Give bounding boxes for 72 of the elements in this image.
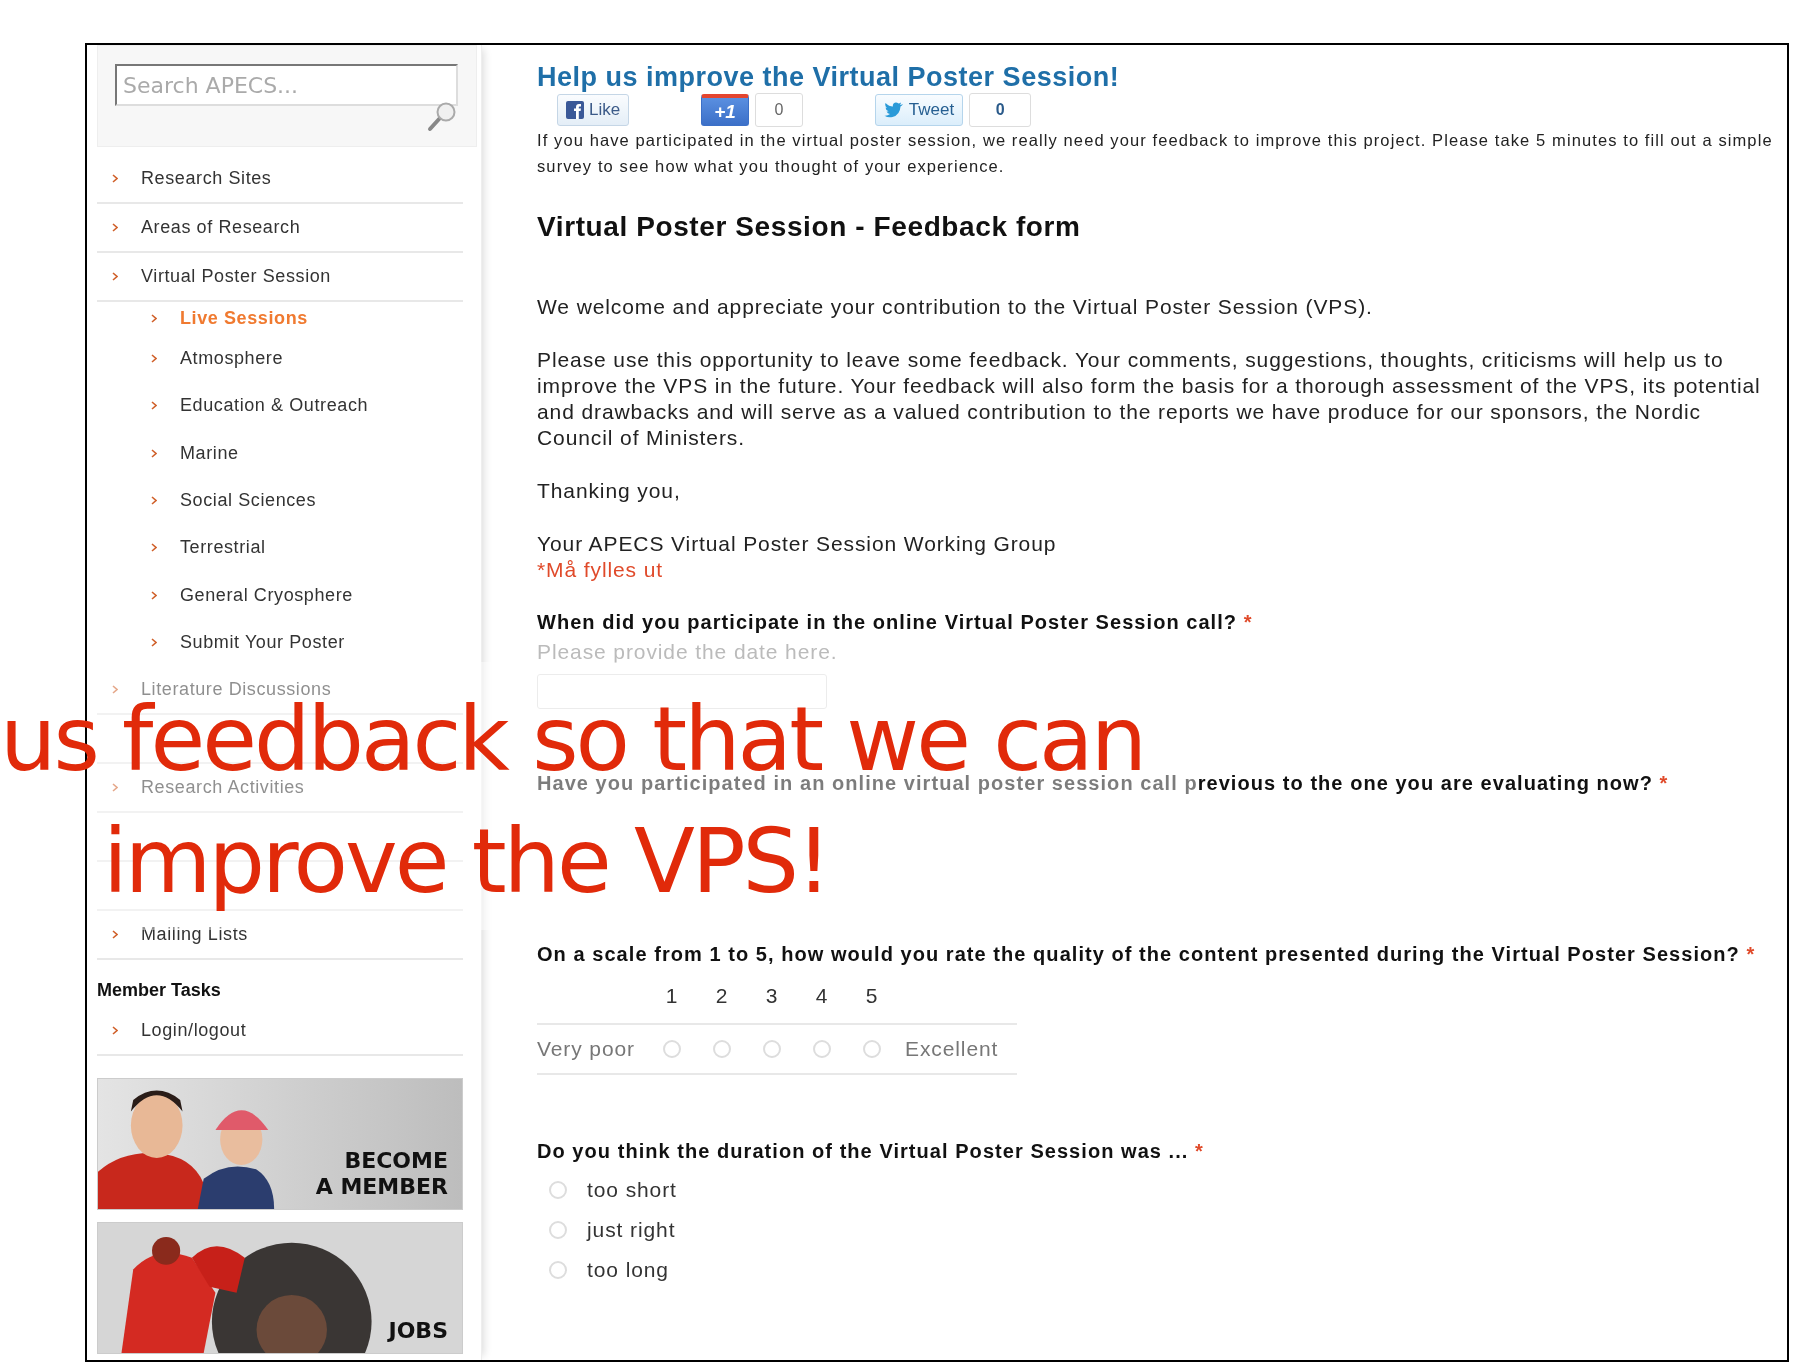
- question-label: Have you participated in an online virtual poster session call previous to the one you are evaluating now? *: [537, 771, 1670, 795]
- banner-caption: JOBS: [388, 1317, 448, 1344]
- chevron-icon: [112, 223, 118, 232]
- bird-icon: [883, 102, 904, 118]
- search-field[interactable]: Search APECS...: [115, 64, 458, 106]
- chevron-icon: [151, 637, 157, 647]
- nav-link[interactable]: Education & Outreach: [180, 395, 369, 417]
- scale-number: 4: [814, 984, 830, 1008]
- paragraph: Your APECS Virtual Poster Session Working Group: [537, 531, 1058, 557]
- paragraph: We welcome and appreciate your contribution to the Virtual Poster Session (VPS).: [537, 294, 1374, 320]
- chevron-icon: [112, 930, 118, 940]
- radio-button[interactable]: [763, 1040, 781, 1058]
- scale-number: 2: [714, 984, 730, 1008]
- share-count: 0: [969, 93, 1032, 127]
- chevron-icon: [151, 314, 157, 323]
- share-button[interactable]: +1: [701, 94, 749, 126]
- radio-button[interactable]: [549, 1221, 567, 1239]
- banner-caption: BECOME A MEMBER: [315, 1148, 448, 1200]
- banner[interactable]: JOBS: [97, 1222, 463, 1355]
- section-heading: Member Tasks: [97, 980, 222, 1002]
- chevron-icon: [112, 272, 118, 281]
- nav-link[interactable]: Virtual Poster Session: [141, 266, 331, 287]
- banner[interactable]: BECOME A MEMBER: [97, 1078, 463, 1211]
- chevron-icon: [112, 685, 118, 695]
- page-title: Help us improve the Virtual Poster Session!: [537, 61, 1121, 93]
- share-count: 0: [754, 93, 803, 127]
- chevron-icon: [151, 590, 157, 600]
- nav-link[interactable]: Atmosphere: [180, 348, 284, 370]
- paragraph: Please use this opportunity to leave some feedback. Your comments, suggestions, thoughts, criticisms will help us to improve the VPS in the future. Your feedback will also form the basis for a thorough assessment of the VPS, its potential and drawbacks and will serve as a valued contribution to the reports we have produce for our sponsors, the Nordic Council of Ministers.: [537, 347, 1762, 451]
- required-note: *Må fylles ut: [537, 557, 665, 583]
- share-button[interactable]: Like: [557, 94, 630, 126]
- chevron-icon: [151, 496, 157, 506]
- nav-link[interactable]: Submit Your Poster: [180, 631, 345, 653]
- field-hint: Please provide the date here.: [537, 640, 839, 664]
- chevron-icon: [151, 448, 157, 458]
- nav-link[interactable]: Marine: [180, 442, 239, 464]
- slide-caption: improve the VPS!: [103, 810, 829, 914]
- radio-button[interactable]: [663, 1040, 681, 1058]
- scale-label: Very poor: [537, 1037, 636, 1061]
- share-button[interactable]: Tweet: [874, 94, 964, 126]
- option-label: too long: [587, 1258, 669, 1282]
- scale-number: 5: [864, 984, 880, 1008]
- radio-button[interactable]: [813, 1040, 831, 1058]
- radio-button[interactable]: [549, 1181, 567, 1199]
- nav-link[interactable]: Areas of Research: [141, 217, 301, 238]
- logo-icon: [566, 101, 584, 119]
- chevron-icon: [151, 543, 157, 553]
- form-title: Virtual Poster Session - Feedback form: [537, 210, 1082, 244]
- scale-label: Excellent: [904, 1037, 1000, 1061]
- chevron-icon: [151, 401, 157, 411]
- chevron-icon: [112, 174, 118, 183]
- chevron-icon: [151, 354, 157, 364]
- intro-text: If you have participated in the virtual poster session, we really need your feedback to improve this project. Please take 5 minutes to fill out a simple survey to see how what you thought of your experience.: [537, 130, 1774, 177]
- radio-button[interactable]: [549, 1261, 567, 1279]
- option-label: just right: [587, 1218, 676, 1242]
- nav-link[interactable]: Mailing Lists: [141, 924, 248, 946]
- paragraph: Thanking you,: [537, 478, 682, 504]
- nav-link[interactable]: Login/logout: [141, 1020, 247, 1042]
- radio-button[interactable]: [713, 1040, 731, 1058]
- scale-number: 1: [664, 984, 680, 1008]
- nav-link[interactable]: General Cryosphere: [180, 584, 353, 606]
- nav-link[interactable]: Terrestrial: [180, 537, 266, 559]
- question-label: On a scale from 1 to 5, how would you rate the quality of the content presented during the Virtual Poster Session? *: [537, 942, 1757, 966]
- radio-button[interactable]: [863, 1040, 881, 1058]
- chevron-icon: [112, 783, 118, 793]
- chevron-icon: [112, 1026, 118, 1036]
- question-label: Do you think the duration of the Virtual Poster Session was ... *: [537, 1139, 1205, 1163]
- nav-link[interactable]: Social Sciences: [180, 490, 317, 512]
- nav-link[interactable]: Research Sites: [141, 168, 272, 189]
- question-label: When did you participate in the online Virtual Poster Session call? *: [537, 610, 1254, 634]
- option-label: too short: [587, 1178, 677, 1202]
- scale-number: 3: [764, 984, 780, 1008]
